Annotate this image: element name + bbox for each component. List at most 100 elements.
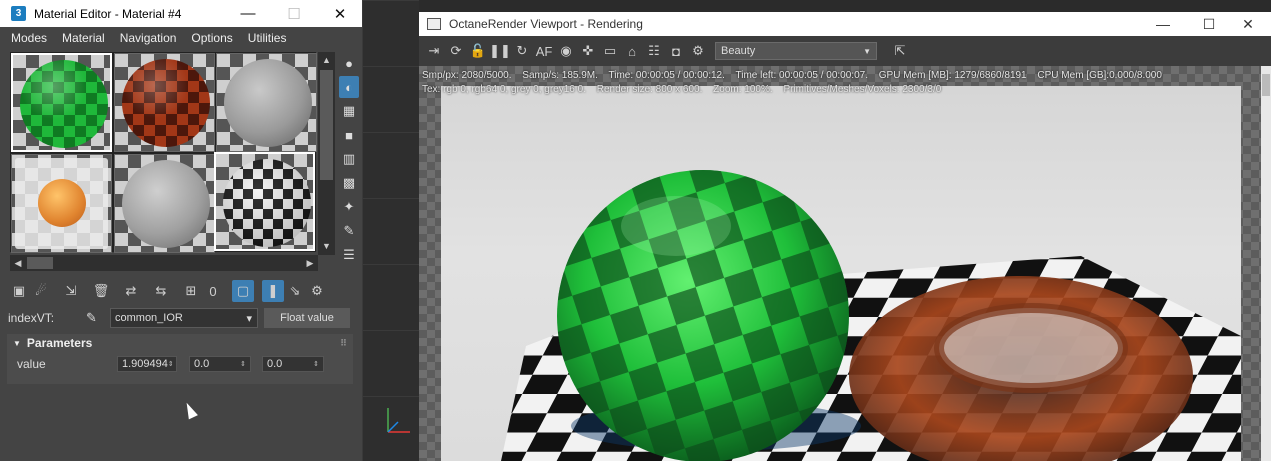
minimize-button[interactable]: —: [1140, 12, 1186, 36]
sample-type-icon[interactable]: ●: [339, 52, 359, 74]
assign-to-selection-icon[interactable]: ⇲: [60, 280, 82, 302]
get-material-icon[interactable]: ▣: [8, 280, 30, 302]
grey-sphere-icon: [122, 160, 210, 248]
autofocus-icon[interactable]: AF: [533, 40, 555, 62]
render-scene: [501, 170, 1241, 461]
menu-utilities[interactable]: Utilities: [248, 31, 287, 45]
spinner-arrows-icon[interactable]: ⇕: [313, 360, 319, 368]
node-name-value: common_IOR: [115, 312, 183, 324]
scroll-up-arrow-icon[interactable]: ▲: [318, 52, 335, 69]
material-editor-titlebar[interactable]: 3 Material Editor - Material #4 — ☐ ✕: [0, 0, 362, 27]
grey-sphere-icon: [224, 59, 312, 147]
slots-vertical-scrollbar[interactable]: ▲ ▼: [318, 52, 335, 255]
value-spinner-1[interactable]: 1.909494 ⇕: [117, 356, 177, 372]
sample-slot-2[interactable]: [114, 53, 215, 152]
render-pass-select[interactable]: Beauty ▼: [715, 42, 877, 60]
render-area[interactable]: Smp/px: 2080/5000. Samp/s: 185.9M. Time:…: [419, 66, 1271, 461]
sample-slot-6-active[interactable]: [214, 152, 315, 251]
maximize-button[interactable]: ☐: [271, 0, 317, 27]
mouse-cursor-icon: [182, 400, 198, 420]
window-icon: [427, 18, 441, 30]
menu-options[interactable]: Options: [191, 31, 232, 45]
material-toolbar: ▣ ☄ ⇲ 🗑 ⇄ ⇆ ⊞ 0 ▢ ❚ ⇘ ⚙: [8, 280, 328, 302]
background-icon[interactable]: ▦: [339, 100, 359, 122]
zero-channel-icon[interactable]: 0: [202, 280, 224, 302]
sample-slot-5[interactable]: [114, 154, 215, 253]
octane-window-title: OctaneRender Viewport - Rendering: [449, 17, 643, 31]
options-icon[interactable]: ✦: [339, 196, 359, 218]
sample-slot-1[interactable]: [11, 53, 112, 152]
eyedropper-icon[interactable]: ✎: [86, 310, 110, 326]
expand-icon[interactable]: ⇱: [889, 40, 911, 62]
stats-line-1: Smp/px: 2080/5000. Samp/s: 185.9M. Time:…: [422, 70, 1162, 81]
orange-sphere-icon: [38, 179, 86, 227]
region-render-icon[interactable]: ▭: [599, 40, 621, 62]
material-map-navigator-icon[interactable]: ☰: [339, 244, 359, 266]
red-glass-sphere-icon: [122, 59, 210, 147]
material-id-channel-icon[interactable]: ⊞: [180, 280, 202, 302]
select-by-material-icon[interactable]: ✎: [339, 220, 359, 242]
parameters-rollout-header[interactable]: ▼ Parameters ⠿: [7, 334, 353, 352]
make-unique-icon[interactable]: ⇄: [120, 280, 142, 302]
parameters-rollout: ▼ Parameters ⠿ value 1.909494 ⇕ 0.0 ⇕ 0.0 ⇕: [7, 334, 353, 384]
scroll-down-arrow-icon[interactable]: ▼: [318, 238, 335, 255]
put-to-scene-icon[interactable]: ☄: [30, 280, 52, 302]
put-to-library-icon[interactable]: ⇆: [150, 280, 172, 302]
delete-icon[interactable]: 🗑: [90, 280, 112, 302]
minimize-button[interactable]: —: [225, 0, 271, 27]
gear-icon[interactable]: ⚙: [687, 40, 709, 62]
scroll-thumb[interactable]: [1262, 74, 1270, 96]
pick-material-icon[interactable]: ✜: [577, 40, 599, 62]
menu-navigation[interactable]: Navigation: [120, 31, 177, 45]
restart-render-icon[interactable]: ⟳: [445, 40, 467, 62]
max-viewport-background[interactable]: [362, 0, 419, 461]
close-button[interactable]: ✕: [1225, 12, 1271, 36]
value-spinner-2[interactable]: 0.0 ⇕: [189, 356, 251, 372]
spinner-arrows-icon[interactable]: ⇕: [168, 360, 174, 368]
lock-icon[interactable]: 🔓: [467, 40, 489, 62]
axis-gizmo-icon: [387, 408, 410, 433]
scroll-thumb[interactable]: [320, 70, 333, 180]
value-spinner-3[interactable]: 0.0 ⇕: [262, 356, 324, 372]
menu-bar: Modes Material Navigation Options Utilit…: [0, 27, 362, 49]
collapse-triangle-icon: ▼: [13, 338, 21, 348]
side-toolbar: ● ◐ ▦ ■ ▥ ▩ ✦ ✎ ☰: [339, 52, 359, 268]
value-row: value 1.909494 ⇕ 0.0 ⇕ 0.0 ⇕: [7, 352, 353, 376]
chevron-down-icon: ▾: [246, 312, 252, 325]
sample-slot-3[interactable]: [216, 53, 317, 152]
octane-titlebar[interactable]: OctaneRender Viewport - Rendering — ☐ ✕: [419, 12, 1271, 36]
go-forward-sibling-icon[interactable]: ⚙: [306, 280, 328, 302]
octane-toolbar: ⇥ ⟳ 🔓 ❚❚ ↻ AF ◉ ✜ ▭ ⌂ ☷ ◘ ⚙ Beauty ▼ ⇱: [419, 36, 1271, 66]
scroll-thumb[interactable]: [27, 257, 53, 269]
save-image-icon[interactable]: ◘: [665, 40, 687, 62]
material-editor-window: 3 Material Editor - Material #4 — ☐ ✕ Mo…: [0, 0, 362, 461]
scroll-left-arrow-icon[interactable]: ◀: [10, 255, 26, 271]
pause-icon[interactable]: ❚❚: [489, 40, 511, 62]
sample-slots-panel: [10, 52, 317, 253]
show-end-result-icon[interactable]: ❚: [262, 280, 284, 302]
rollout-grip-icon: ⠿: [339, 337, 347, 348]
node-name-row: indexVT: ✎ common_IOR ▾ Float value: [8, 307, 354, 329]
render-settings-icon[interactable]: ☷: [643, 40, 665, 62]
render-vertical-scrollbar[interactable]: [1261, 66, 1271, 461]
scroll-right-arrow-icon[interactable]: ▶: [302, 255, 318, 271]
menu-material[interactable]: Material: [62, 31, 105, 45]
make-preview-icon[interactable]: ▩: [339, 172, 359, 194]
sample-uv-tiling-icon[interactable]: ■: [339, 124, 359, 146]
green-sphere-highlight: [621, 196, 731, 256]
menu-modes[interactable]: Modes: [11, 31, 47, 45]
go-to-parent-icon[interactable]: ⇘: [284, 280, 306, 302]
backlight-icon[interactable]: ◐: [339, 76, 359, 98]
film-region-icon[interactable]: ⌂: [621, 40, 643, 62]
node-name-select[interactable]: common_IOR ▾: [110, 308, 258, 328]
float-value-button[interactable]: Float value: [264, 308, 350, 328]
sample-slot-4[interactable]: [11, 154, 112, 253]
send-scene-icon[interactable]: ⇥: [423, 40, 445, 62]
color-picker-icon[interactable]: ◉: [555, 40, 577, 62]
close-button[interactable]: ✕: [317, 0, 363, 27]
refresh-icon[interactable]: ↻: [511, 40, 533, 62]
spinner-arrows-icon[interactable]: ⇕: [240, 360, 246, 368]
show-map-in-viewport-icon[interactable]: ▢: [232, 280, 254, 302]
video-color-check-icon[interactable]: ▥: [339, 148, 359, 170]
slots-horizontal-scrollbar[interactable]: ◀ ▶: [10, 255, 318, 271]
